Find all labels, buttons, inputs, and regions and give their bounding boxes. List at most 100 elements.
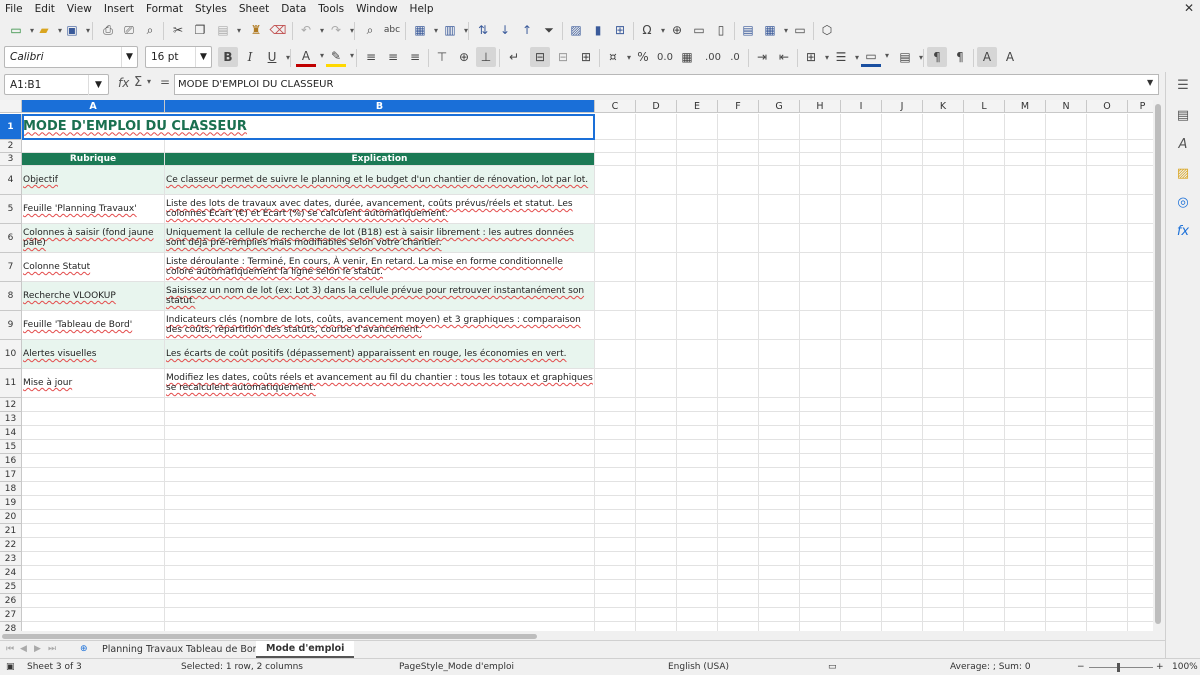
row-header[interactable]: 11 xyxy=(0,369,22,398)
cell[interactable] xyxy=(677,608,718,622)
cell[interactable] xyxy=(677,524,718,538)
cell[interactable] xyxy=(595,538,636,552)
chevron-down-icon[interactable]: ▾ xyxy=(147,77,151,86)
cell[interactable] xyxy=(636,140,677,153)
cell[interactable] xyxy=(718,440,759,454)
cell[interactable] xyxy=(800,153,841,166)
cell[interactable] xyxy=(964,580,1005,594)
table-header-cell[interactable]: Explication xyxy=(165,153,595,166)
cell[interactable] xyxy=(759,468,800,482)
cell[interactable] xyxy=(1087,140,1128,153)
cell[interactable] xyxy=(1005,253,1046,282)
cell[interactable] xyxy=(841,340,882,369)
row-header[interactable]: 3 xyxy=(0,153,22,166)
column-header[interactable]: G xyxy=(759,100,800,113)
cell[interactable] xyxy=(677,311,718,340)
table-row-topic[interactable]: Colonnes à saisir (fond jaune pâle) xyxy=(22,224,165,253)
cell[interactable] xyxy=(165,580,595,594)
cell[interactable] xyxy=(636,369,677,398)
row-header[interactable]: 8 xyxy=(0,282,22,311)
cell[interactable] xyxy=(636,426,677,440)
cell[interactable] xyxy=(1087,426,1128,440)
cell[interactable] xyxy=(1128,166,1153,195)
cell[interactable] xyxy=(1087,510,1128,524)
cell[interactable] xyxy=(841,426,882,440)
left-to-right-icon[interactable]: ¶ xyxy=(927,47,947,67)
row-header[interactable]: 20 xyxy=(0,510,22,524)
sum-icon[interactable]: Σ xyxy=(134,75,142,90)
cell[interactable] xyxy=(1005,594,1046,608)
cell[interactable] xyxy=(718,398,759,412)
cell[interactable] xyxy=(1005,440,1046,454)
cell[interactable] xyxy=(595,398,636,412)
cell[interactable] xyxy=(841,224,882,253)
cell[interactable] xyxy=(882,114,923,140)
cell[interactable] xyxy=(165,510,595,524)
align-bottom-icon[interactable]: ⊥ xyxy=(476,47,496,67)
cell[interactable] xyxy=(595,195,636,224)
cell[interactable] xyxy=(718,224,759,253)
cell[interactable] xyxy=(1128,566,1153,580)
cell[interactable] xyxy=(718,166,759,195)
cell[interactable] xyxy=(1087,440,1128,454)
cell[interactable] xyxy=(800,440,841,454)
cell[interactable] xyxy=(964,482,1005,496)
cell[interactable] xyxy=(718,552,759,566)
cell[interactable] xyxy=(923,566,964,580)
cell[interactable] xyxy=(22,594,165,608)
cell[interactable] xyxy=(1087,398,1128,412)
menu-format[interactable]: Format xyxy=(140,3,189,15)
cell[interactable] xyxy=(595,622,636,631)
cell[interactable] xyxy=(841,524,882,538)
cell[interactable] xyxy=(800,580,841,594)
row-header[interactable]: 18 xyxy=(0,482,22,496)
cell[interactable] xyxy=(923,166,964,195)
cell[interactable] xyxy=(636,482,677,496)
chevron-down-icon[interactable]: ▼ xyxy=(195,47,211,67)
cell[interactable] xyxy=(718,114,759,140)
cell[interactable] xyxy=(923,552,964,566)
cell[interactable] xyxy=(800,166,841,195)
cell[interactable] xyxy=(165,496,595,510)
cell[interactable] xyxy=(800,426,841,440)
cell[interactable] xyxy=(22,566,165,580)
cell[interactable] xyxy=(800,622,841,631)
row-header[interactable]: 24 xyxy=(0,566,22,580)
cell[interactable] xyxy=(1046,454,1087,468)
cell[interactable] xyxy=(165,140,595,153)
cell[interactable] xyxy=(677,622,718,631)
menu-styles[interactable]: Styles xyxy=(189,3,233,15)
cell[interactable] xyxy=(1128,510,1153,524)
cell[interactable] xyxy=(718,253,759,282)
highlight-color-button[interactable]: ✎ xyxy=(326,47,354,67)
cell[interactable] xyxy=(841,622,882,631)
cell[interactable] xyxy=(1128,440,1153,454)
cell[interactable] xyxy=(595,253,636,282)
define-print-area-icon[interactable]: ▤ xyxy=(738,20,758,40)
cell[interactable] xyxy=(22,482,165,496)
tab-sheet-3[interactable]: Mode d'emploi xyxy=(256,641,355,658)
cell[interactable] xyxy=(1128,538,1153,552)
cell[interactable] xyxy=(923,622,964,631)
cell[interactable] xyxy=(841,140,882,153)
cell[interactable] xyxy=(636,552,677,566)
clone-formatting-icon[interactable]: ♜ xyxy=(246,20,266,40)
menu-data[interactable]: Data xyxy=(275,3,312,15)
cell[interactable] xyxy=(1128,153,1153,166)
function-wizard-icon[interactable]: fx xyxy=(118,76,129,90)
cell[interactable] xyxy=(841,594,882,608)
hyperlink-icon[interactable]: ⊕ xyxy=(667,20,687,40)
cell[interactable] xyxy=(923,594,964,608)
cell[interactable] xyxy=(1046,580,1087,594)
spreadsheet-grid[interactable]: A B C D E F G H I J K L M N O P 1 2 3 4 5 6 7 8 9 10 11 12 13 14 15 16 1… xyxy=(0,100,1153,631)
row-header[interactable]: 15 xyxy=(0,440,22,454)
sort-ascending-icon[interactable]: ↓ xyxy=(495,20,515,40)
cell[interactable] xyxy=(677,538,718,552)
cell[interactable] xyxy=(841,412,882,426)
table-row-topic[interactable]: Feuille 'Planning Travaux' xyxy=(22,195,165,224)
table-row-explanation[interactable]: Saisissez un nom de lot (ex: Lot 3) dans… xyxy=(165,282,595,311)
cell[interactable] xyxy=(1128,398,1153,412)
delete-decimal-icon[interactable]: .0 xyxy=(725,47,745,67)
cell[interactable] xyxy=(1087,195,1128,224)
row-header[interactable]: 1 xyxy=(0,114,22,140)
